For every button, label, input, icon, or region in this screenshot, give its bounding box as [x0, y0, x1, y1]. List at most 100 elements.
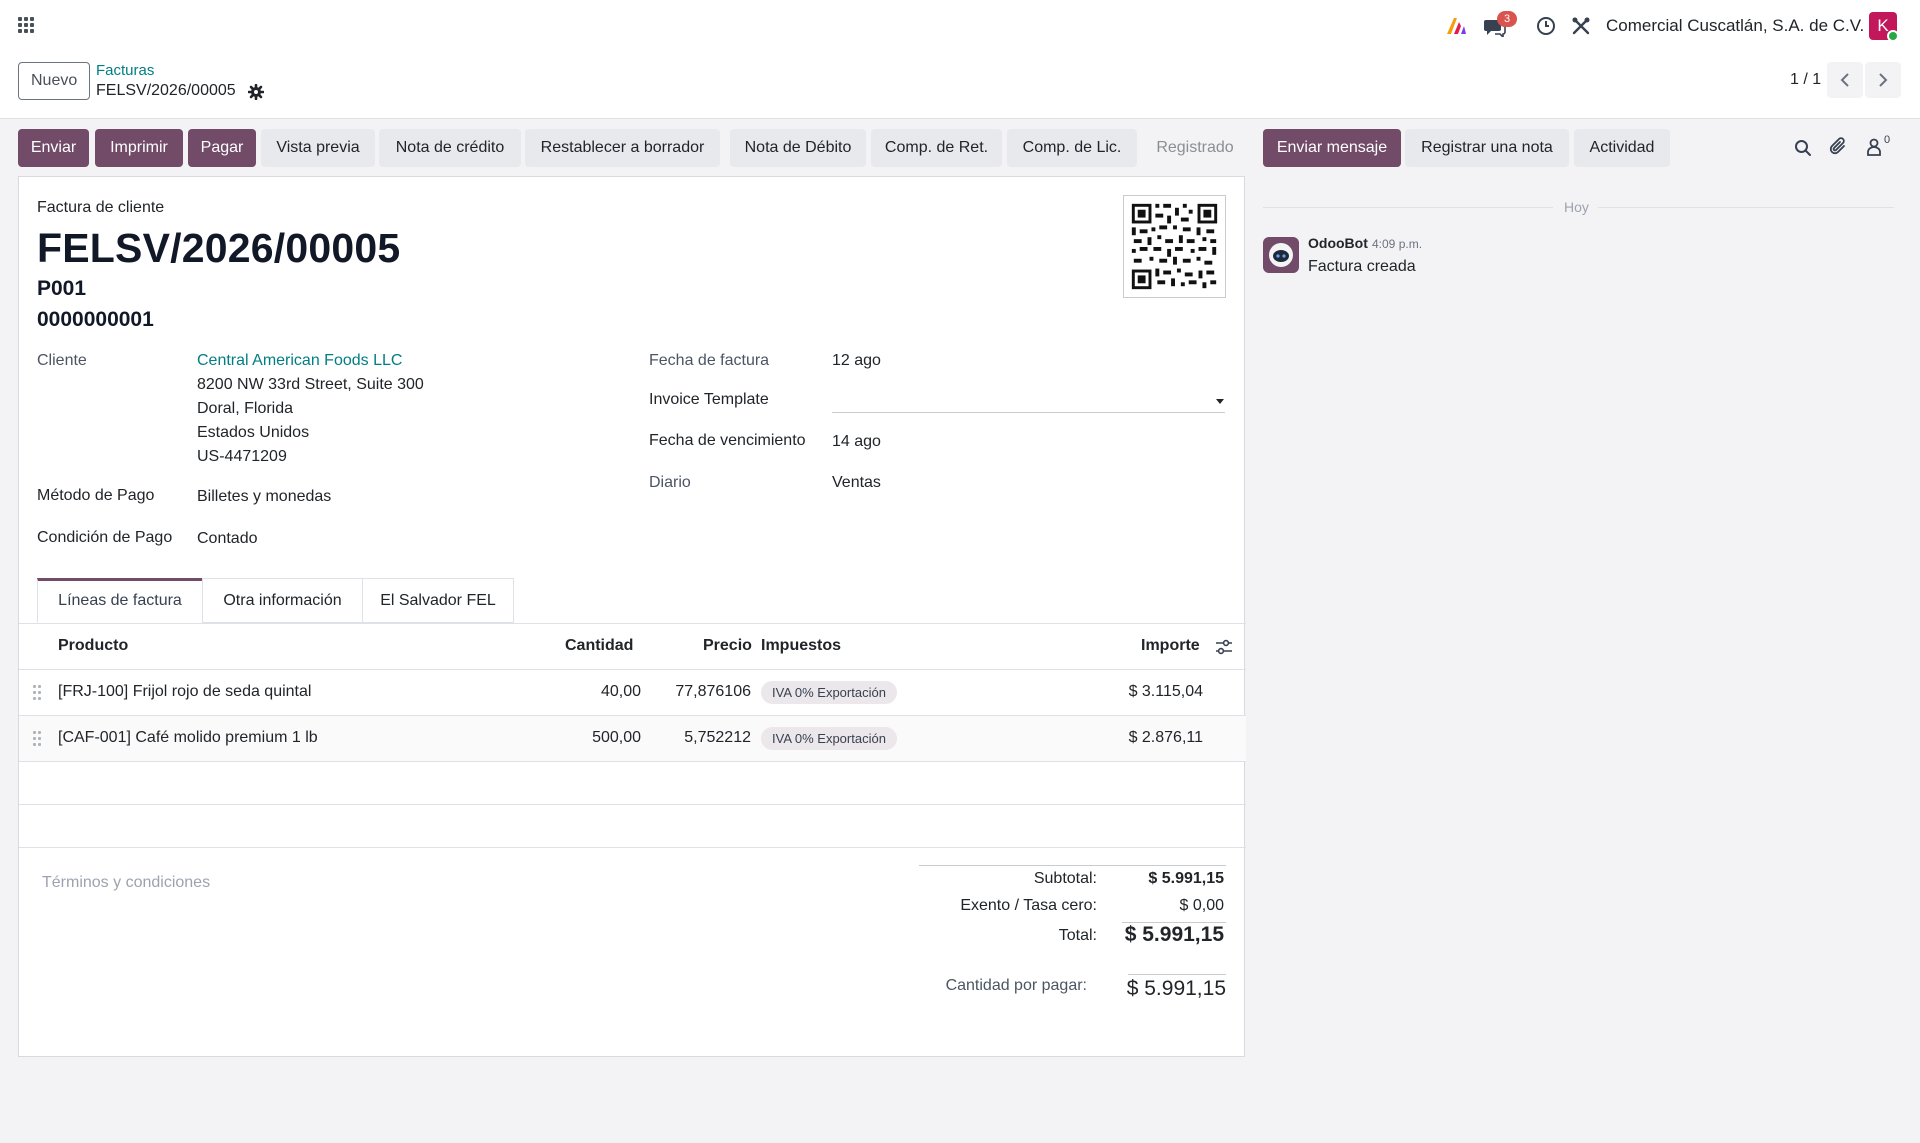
apps-grid-icon[interactable] — [18, 17, 36, 35]
amount-due-value: $ 5.991,15 — [1126, 977, 1226, 1000]
followers-count: 0 — [1884, 134, 1891, 146]
payment-condition-field[interactable]: Contado — [197, 530, 258, 548]
drag-handle-icon[interactable] — [33, 731, 43, 747]
customer-address-line: 8200 NW 33rd Street, Suite 300 — [197, 376, 424, 393]
customer-name-link[interactable]: Central American Foods LLC — [197, 352, 402, 370]
preview-button[interactable]: Vista previa — [261, 129, 375, 167]
line-product[interactable]: [FRJ-100] Frijol rojo de seda quintal — [58, 683, 311, 701]
ai-icon[interactable] — [1445, 16, 1467, 36]
total-value: $ 5.991,15 — [1124, 923, 1224, 946]
followers-icon[interactable] — [1866, 138, 1882, 156]
invoice-date-label: Fecha de factura — [649, 352, 770, 369]
line-price[interactable]: 5,752212 — [684, 729, 751, 747]
journal-label: Diario — [649, 474, 691, 491]
status-registered[interactable]: Registrado — [1141, 129, 1249, 167]
lines-table-header: Producto Cantidad Precio Impuestos Impor… — [19, 624, 1246, 670]
pay-button[interactable]: Pagar — [188, 129, 256, 167]
paperclip-icon[interactable] — [1829, 137, 1849, 157]
invoice-template-label: Invoice Template — [649, 391, 769, 408]
log-note-button[interactable]: Registrar una nota — [1405, 129, 1569, 167]
payment-method-label: Método de Pago — [37, 487, 155, 504]
exempt-value: $ 0,00 — [1179, 897, 1224, 914]
customer-address-line: Doral, Florida — [197, 400, 294, 417]
date-separator-line — [1598, 207, 1894, 208]
send-message-button[interactable]: Enviar mensaje — [1263, 129, 1401, 167]
control-panel: Nuevo Facturas FELSV/2026/00005 1 / 1 — [0, 51, 1920, 119]
message-time: 4:09 p.m. — [1372, 237, 1423, 251]
notification-badge: 3 — [1497, 11, 1517, 27]
table-row[interactable]: [CAF-001] Café molido premium 1 lb 500,0… — [19, 716, 1246, 762]
activity-button[interactable]: Actividad — [1574, 129, 1670, 167]
col-quantity[interactable]: Cantidad — [565, 637, 633, 655]
drag-handle-icon[interactable] — [33, 685, 43, 701]
comp-ret-button[interactable]: Comp. de Ret. — [871, 129, 1002, 167]
column-settings-icon[interactable] — [1215, 639, 1233, 655]
new-button[interactable]: Nuevo — [18, 62, 91, 100]
empty-row — [19, 805, 1246, 848]
due-date-field[interactable]: 14 ago — [832, 433, 881, 451]
comp-lic-button[interactable]: Comp. de Lic. — [1007, 129, 1137, 167]
invoice-series: P001 — [37, 277, 87, 300]
subtotal-value: $ 5.991,15 — [1148, 870, 1224, 887]
search-icon[interactable] — [1794, 139, 1812, 157]
message-body: Factura creada — [1308, 258, 1416, 275]
journal-field[interactable]: Ventas — [832, 474, 881, 492]
amount-due-divider — [1128, 974, 1226, 975]
invoice-date-field[interactable]: 12 ago — [832, 352, 881, 370]
clock-icon[interactable] — [1536, 16, 1556, 36]
chevron-left-icon — [1840, 73, 1849, 87]
pager-previous-button[interactable] — [1827, 62, 1863, 98]
customer-address-line: Estados Unidos — [197, 424, 310, 441]
payment-condition-label: Condición de Pago — [37, 529, 173, 546]
tab-el-salvador-fel[interactable]: El Salvador FEL — [362, 578, 514, 623]
date-separator-line — [1263, 207, 1553, 208]
company-switcher[interactable]: Comercial Cuscatlán, S.A. de C.V. — [1606, 16, 1864, 36]
customer-address-line: US-4471209 — [197, 448, 287, 465]
debit-note-button[interactable]: Nota de Débito — [730, 129, 866, 167]
gear-icon[interactable] — [248, 84, 264, 100]
line-tax-badge: IVA 0% Exportación — [761, 727, 897, 750]
customer-label: Cliente — [37, 352, 87, 369]
caret-down-icon[interactable] — [1216, 399, 1224, 404]
total-label: Total: — [1058, 927, 1097, 944]
reset-draft-button[interactable]: Restablecer a borrador — [525, 129, 720, 167]
col-product[interactable]: Producto — [58, 637, 128, 655]
subtotal-label: Subtotal: — [1033, 870, 1097, 887]
line-price[interactable]: 77,876106 — [675, 683, 751, 701]
payment-method-field[interactable]: Billetes y monedas — [197, 488, 331, 506]
due-date-label: Fecha de vencimiento — [649, 432, 806, 449]
amount-due-label: Cantidad por pagar: — [945, 977, 1087, 994]
qr-code — [1123, 195, 1226, 298]
col-amount[interactable]: Importe — [1141, 637, 1200, 655]
pager-value[interactable]: 1 / 1 — [1790, 71, 1821, 89]
document-type: Factura de cliente — [37, 199, 165, 216]
tab-other-info[interactable]: Otra información — [202, 578, 363, 623]
terms-conditions-field[interactable]: Términos y condiciones — [42, 874, 210, 892]
col-taxes[interactable]: Impuestos — [761, 637, 841, 655]
line-amount: $ 3.115,04 — [1128, 683, 1203, 700]
tools-icon[interactable] — [1571, 16, 1591, 36]
line-amount: $ 2.876,11 — [1128, 729, 1203, 746]
line-quantity[interactable]: 40,00 — [601, 683, 641, 701]
breadcrumb-current: FELSV/2026/00005 — [96, 82, 236, 99]
message-author: OdooBot — [1308, 235, 1368, 251]
odoobot-avatar[interactable] — [1263, 237, 1299, 273]
invoice-number: FELSV/2026/00005 — [37, 225, 401, 271]
credit-note-button[interactable]: Nota de crédito — [379, 129, 521, 167]
pager-next-button[interactable] — [1865, 62, 1901, 98]
exempt-label: Exento / Tasa cero: — [960, 897, 1097, 914]
add-line-row[interactable] — [19, 762, 1246, 805]
tab-invoice-lines[interactable]: Líneas de factura — [37, 578, 203, 623]
print-button[interactable]: Imprimir — [95, 129, 183, 167]
invoice-template-select[interactable] — [832, 412, 1225, 413]
col-price[interactable]: Precio — [703, 637, 752, 655]
invoice-correlative: 0000000001 — [37, 308, 154, 331]
table-row[interactable]: [FRJ-100] Frijol rojo de seda quintal 40… — [19, 670, 1246, 716]
chevron-right-icon — [1879, 73, 1888, 87]
send-button[interactable]: Enviar — [18, 129, 89, 167]
line-product[interactable]: [CAF-001] Café molido premium 1 lb — [58, 729, 318, 747]
invoice-form-sheet: Factura de cliente FELSV/2026/00005 P001… — [18, 176, 1246, 1057]
breadcrumb-facturas[interactable]: Facturas — [96, 62, 154, 79]
presence-status-icon — [1887, 30, 1899, 42]
line-quantity[interactable]: 500,00 — [592, 729, 641, 747]
